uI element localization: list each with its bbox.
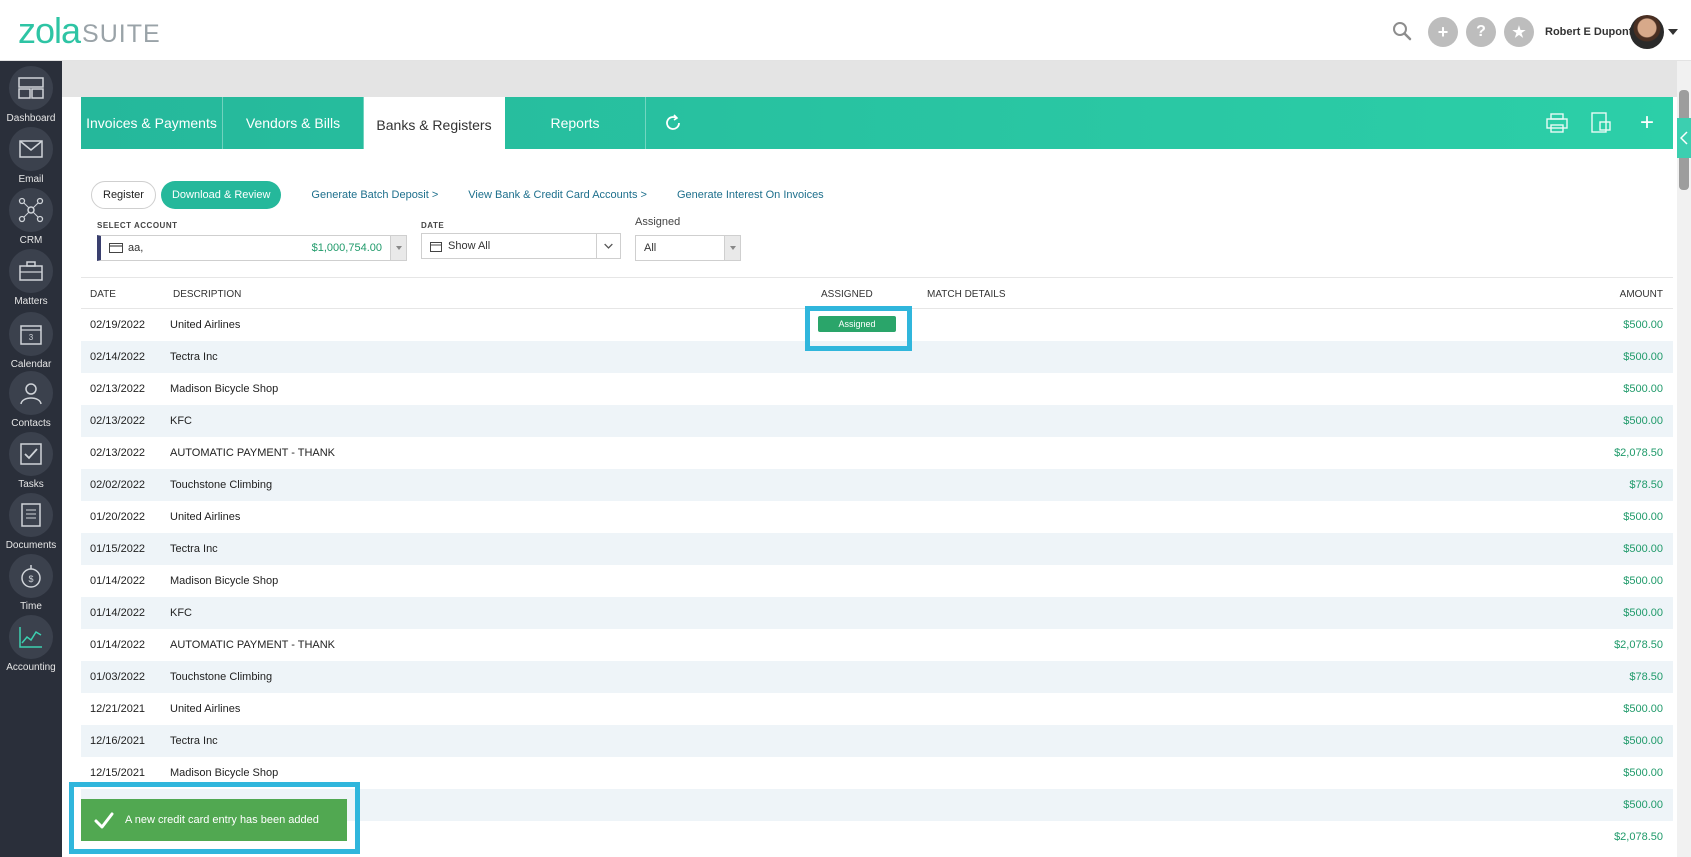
content-header-band <box>62 61 1691 97</box>
tab-banks-registers[interactable]: Banks & Registers <box>364 97 505 153</box>
logo-main-text: zola <box>18 10 81 51</box>
date-value: Show All <box>448 240 491 252</box>
assigned-highlight-box <box>805 306 912 351</box>
sidebar-item-crm[interactable]: CRM <box>0 188 62 248</box>
chart-icon <box>9 615 53 659</box>
help-icon[interactable]: ? <box>1466 17 1496 47</box>
user-name[interactable]: Robert E Dupont <box>1545 26 1632 38</box>
zolasuite-logo[interactable]: zola SUITE <box>18 10 161 51</box>
chevron-down-icon[interactable] <box>1668 29 1678 35</box>
view-accounts-link[interactable]: View Bank & Credit Card Accounts > <box>468 189 647 201</box>
sidebar-item-time[interactable]: $ Time <box>0 554 62 614</box>
chevron-left-icon <box>1680 131 1688 145</box>
left-sidebar: Dashboard Email CRM Matters 3 Calendar C… <box>0 61 62 857</box>
chevron-down-icon[interactable] <box>596 234 620 258</box>
sidebar-item-calendar[interactable]: 3 Calendar <box>0 312 62 372</box>
sidebar-item-contacts[interactable]: Contacts <box>0 371 62 431</box>
date-select[interactable]: Show All <box>421 233 621 259</box>
email-icon <box>9 127 53 171</box>
sidebar-item-documents[interactable]: Documents <box>0 493 62 553</box>
table-row[interactable]: 01/15/2022 Tectra Inc $500.00 <box>81 533 1673 565</box>
column-date[interactable]: DATE <box>90 289 116 300</box>
column-description[interactable]: DESCRIPTION <box>173 289 241 300</box>
table-row[interactable]: 02/13/2022 KFC $500.00 <box>81 405 1673 437</box>
collapse-panel-tab[interactable] <box>1677 118 1691 158</box>
table-row[interactable]: 02/02/2022 Touchstone Climbing $78.50 <box>81 469 1673 501</box>
account-balance: $1,000,754.00 <box>311 242 382 254</box>
briefcase-icon <box>9 249 53 293</box>
table-row[interactable]: 01/14/2022 KFC $500.00 <box>81 597 1673 629</box>
credit-card-icon <box>109 243 123 253</box>
table-row[interactable]: 12/16/2021 Tectra Inc $500.00 <box>81 725 1673 757</box>
table-header: DATE DESCRIPTION ASSIGNED MATCH DETAILS … <box>81 277 1673 309</box>
column-match-details[interactable]: MATCH DETAILS <box>927 289 1006 300</box>
assigned-value: All <box>644 242 657 254</box>
select-account-label: SELECT ACCOUNT <box>97 221 178 230</box>
calendar-icon: 3 <box>9 312 53 356</box>
generate-interest-link[interactable]: Generate Interest On Invoices <box>677 189 824 201</box>
toast-message: A new credit card entry has been added <box>125 814 319 826</box>
dashboard-icon <box>9 66 53 110</box>
sidebar-item-matters[interactable]: Matters <box>0 249 62 309</box>
calendar-icon <box>430 241 442 252</box>
contacts-icon <box>9 371 53 415</box>
register-button[interactable]: Register <box>91 181 156 209</box>
generate-batch-deposit-link[interactable]: Generate Batch Deposit > <box>311 189 438 201</box>
export-icon[interactable] <box>1588 110 1614 136</box>
main-panel: Invoices & Payments Vendors & Bills Bank… <box>81 97 1673 857</box>
print-icon[interactable] <box>1544 110 1570 136</box>
avatar[interactable] <box>1630 15 1664 49</box>
documents-icon <box>9 493 53 537</box>
checkmark-icon <box>94 812 114 829</box>
top-bar: zola SUITE + ? ★ Robert E Dupont <box>0 0 1691 61</box>
star-icon[interactable]: ★ <box>1504 17 1534 47</box>
svg-text:3: 3 <box>29 333 34 342</box>
success-toast[interactable]: A new credit card entry has been added <box>81 799 347 841</box>
search-icon[interactable] <box>1391 20 1413 42</box>
column-amount[interactable]: AMOUNT <box>1620 289 1663 300</box>
sidebar-item-tasks[interactable]: Tasks <box>0 432 62 492</box>
crm-icon <box>9 188 53 232</box>
stopwatch-icon: $ <box>9 554 53 598</box>
chevron-down-icon[interactable] <box>724 236 740 260</box>
table-row[interactable]: 01/14/2022 Madison Bicycle Shop $500.00 <box>81 565 1673 597</box>
chevron-down-icon[interactable] <box>390 236 406 260</box>
add-icon[interactable]: + <box>1428 17 1458 47</box>
svg-text:$: $ <box>28 574 33 584</box>
tab-vendors-bills[interactable]: Vendors & Bills <box>223 97 364 149</box>
table-row[interactable]: 02/13/2022 Madison Bicycle Shop $500.00 <box>81 373 1673 405</box>
table-row[interactable]: 01/14/2022 AUTOMATIC PAYMENT - THANK $2,… <box>81 629 1673 661</box>
table-row[interactable]: 01/03/2022 Touchstone Climbing $78.50 <box>81 661 1673 693</box>
table-row[interactable]: 02/13/2022 AUTOMATIC PAYMENT - THANK $2,… <box>81 437 1673 469</box>
sub-navigation: Register Download & Review Generate Batc… <box>91 181 824 209</box>
tab-reports[interactable]: Reports <box>505 97 646 149</box>
logo-sub-text: SUITE <box>82 20 161 48</box>
assigned-select[interactable]: All <box>635 235 741 261</box>
tab-invoices-payments[interactable]: Invoices & Payments <box>81 97 223 149</box>
tasks-icon <box>9 432 53 476</box>
assigned-filter-label: Assigned <box>635 216 681 228</box>
add-icon[interactable]: + <box>1634 109 1660 136</box>
table-row[interactable]: 01/20/2022 United Airlines $500.00 <box>81 501 1673 533</box>
table-row[interactable]: 12/21/2021 United Airlines $500.00 <box>81 693 1673 725</box>
sidebar-item-email[interactable]: Email <box>0 127 62 187</box>
refresh-icon[interactable] <box>662 112 684 134</box>
sidebar-item-dashboard[interactable]: Dashboard <box>0 66 62 126</box>
download-review-button[interactable]: Download & Review <box>160 181 282 209</box>
date-label: DATE <box>421 221 445 230</box>
account-name: aa, <box>128 242 144 254</box>
sidebar-item-accounting[interactable]: Accounting <box>0 615 62 675</box>
account-select[interactable]: aa, $1,000,754.00 <box>97 235 407 261</box>
tab-bar: Invoices & Payments Vendors & Bills Bank… <box>81 97 1673 153</box>
column-assigned[interactable]: ASSIGNED <box>821 289 873 300</box>
